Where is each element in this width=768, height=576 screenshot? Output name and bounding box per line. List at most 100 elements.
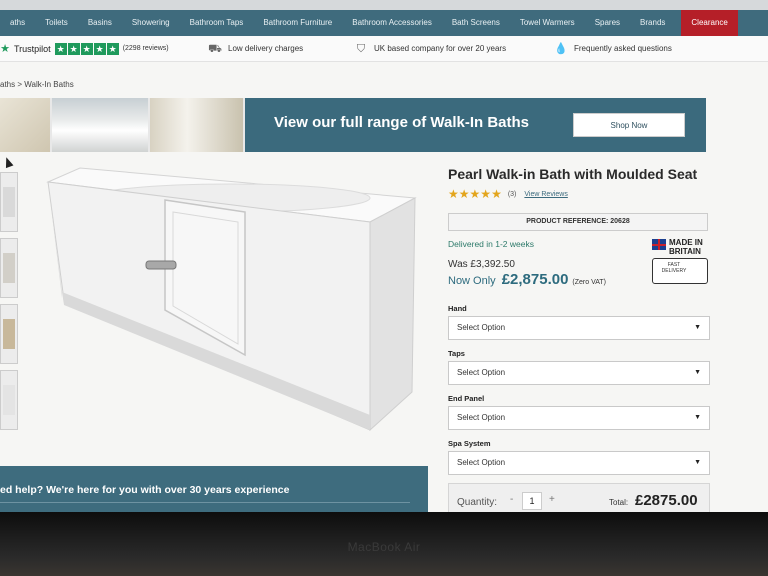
usp-company-text: UK based company for over 20 years [374,44,507,53]
gallery-thumbnail[interactable] [0,172,18,232]
now-price-row: Now Only £2,875.00 (Zero VAT) [448,271,606,288]
made-in-britain-text: MADE IN BRITAIN [669,238,703,256]
usp-delivery: ⛟ Low delivery charges [208,42,303,56]
nav-item-bathroom-taps[interactable]: Bathroom Taps [180,10,254,36]
taps-select-value: Select Option [457,368,506,377]
review-count: (3) [507,190,517,198]
browser-screen: aths Toilets Basins Showering Bathroom T… [0,0,768,512]
gallery-thumbnail[interactable] [0,370,18,430]
total-value: £2875.00 [635,492,698,509]
hand-select-value: Select Option [457,323,506,332]
nav-item-toilets[interactable]: Toilets [35,10,78,36]
nav-item-bathroom-furniture[interactable]: Bathroom Furniture [253,10,342,36]
spa-system-label: Spa System [448,439,491,448]
shop-now-button[interactable]: Shop Now [573,113,685,137]
nav-item-spares[interactable]: Spares [585,10,630,36]
hand-label: Hand [448,304,467,313]
spa-system-select-value: Select Option [457,458,506,467]
end-panel-select[interactable]: Select Option ▼ [448,406,710,430]
star-icon: ★ [448,187,459,201]
now-only-label: Now Only [448,275,496,287]
thumbnail-gallery [0,172,20,436]
product-reference: PRODUCT REFERENCE: 20628 [448,213,708,231]
nav-item-bath-screens[interactable]: Bath Screens [442,10,510,36]
usp-faq[interactable]: 💧 Frequently asked questions [554,42,672,56]
quantity-panel: Quantity: - 1 + Total: £2875.00 [448,483,710,512]
end-panel-select-value: Select Option [457,413,506,422]
nav-item-showering[interactable]: Showering [122,10,180,36]
star-icon: ★ [491,187,502,201]
nav-item-baths[interactable]: aths [0,10,35,36]
gallery-thumbnail[interactable] [0,304,18,364]
quantity-label: Quantity: [457,497,498,508]
thumbnail-image [3,253,15,283]
product-rating: ★ ★ ★ ★ ★ (3) View Reviews [448,187,568,201]
nav-item-clearance[interactable]: Clearance [681,10,738,36]
droplet-icon: 💧 [554,42,568,55]
usp-faq-text: Frequently asked questions [574,44,672,53]
usp-bar: ★ Trustpilot ★ ★ ★ ★ ★ (2298 reviews) ⛟ … [0,36,768,62]
banner-photo [52,98,150,152]
banner-photo [150,98,245,152]
chevron-down-icon: ▼ [694,414,701,421]
usp-delivery-text: Low delivery charges [228,44,304,53]
mouse-cursor-icon [2,155,14,169]
trustpilot-star-icon: ★ [0,42,10,55]
nav-item-towel-warmers[interactable]: Towel Warmers [510,10,585,36]
bezel-label: MacBook Air [347,540,421,554]
shield-icon: ⛉ [356,42,366,55]
chevron-down-icon: ▼ [694,459,701,466]
trustpilot-reviews: (2298 reviews) [122,45,169,52]
star-icon: ★ [458,187,470,201]
nav-item-brands[interactable]: Brands [630,10,675,36]
trustpilot-stars: ★ ★ ★ ★ ★ [54,42,120,55]
product-title: Pearl Walk-in Bath with Moulded Seat [448,166,698,182]
product-image[interactable] [40,160,420,450]
thumbnail-image [3,319,15,349]
trustpilot-widget[interactable]: ★ Trustpilot ★ ★ ★ ★ ★ (2298 reviews) [0,42,169,56]
banner-text: View our full range of Walk-In Baths [274,114,530,131]
star-icon: ★ [480,187,492,201]
taps-select[interactable]: Select Option ▼ [448,361,710,385]
fast-delivery-text: FAST DELIVERY [661,262,687,274]
delivery-time: Delivered in 1-2 weeks [448,239,534,249]
walk-in-baths-banner[interactable]: View our full range of Walk-In Baths Sho… [0,98,706,152]
usp-company: ⛉ UK based company for over 20 years [354,42,506,56]
chevron-down-icon: ▼ [694,369,701,376]
main-nav: aths Toilets Basins Showering Bathroom T… [0,10,768,36]
banner-photos [0,98,245,152]
vat-note: (Zero VAT) [572,279,606,286]
total-label: Total: [609,498,629,507]
truck-icon: ⛟ [208,42,222,55]
chevron-down-icon: ▼ [694,324,701,331]
hand-select[interactable]: Select Option ▼ [448,316,710,340]
quantity-input[interactable]: 1 [522,492,542,510]
trustpilot-star-icon: ★ [80,42,93,55]
trustpilot-star-icon: ★ [67,42,80,55]
help-text: ed help? We're here for you with over 30… [0,484,290,496]
help-divider [0,502,410,503]
banner-photo [0,98,52,152]
top-strip [0,0,768,10]
trustpilot-star-icon: ★ [54,42,67,55]
help-bar: ed help? We're here for you with over 30… [0,466,428,512]
made-in-britain-badge: MADE IN BRITAIN FAST DELIVERY [652,238,712,288]
nav-item-basins[interactable]: Basins [78,10,122,36]
trustpilot-star-icon: ★ [106,42,119,55]
gallery-thumbnail[interactable] [0,238,18,298]
quantity-increase-button[interactable]: + [549,494,555,505]
thumbnail-image [3,187,15,217]
breadcrumb[interactable]: aths > Walk-In Baths [0,80,74,89]
uk-flag-icon [652,239,666,250]
end-panel-label: End Panel [448,394,485,403]
trustpilot-star-icon: ★ [93,42,106,55]
trustpilot-label: Trustpilot [14,43,51,54]
fast-delivery-truck-icon: FAST DELIVERY [652,258,708,284]
spa-system-select[interactable]: Select Option ▼ [448,451,710,475]
was-price: Was £3,392.50 [448,259,515,270]
quantity-decrease-button[interactable]: - [510,494,513,505]
view-reviews-link[interactable]: View Reviews [524,191,567,198]
nav-item-bathroom-accessories[interactable]: Bathroom Accessories [342,10,442,36]
taps-label: Taps [448,349,465,358]
thumbnail-image [3,385,15,415]
